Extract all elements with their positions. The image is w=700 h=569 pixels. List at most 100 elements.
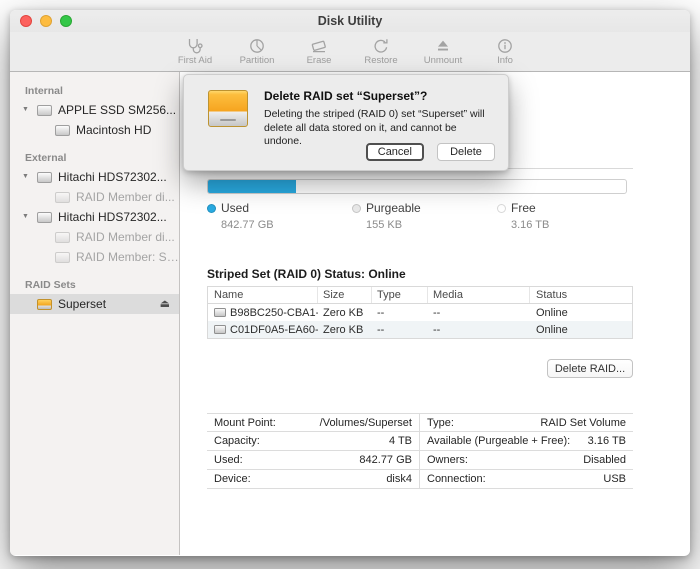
usage-legend: Used 842.77 GB Purgeable 155 KB Free 3.1… (207, 201, 642, 231)
disclosure-triangle-icon[interactable]: ▼ (22, 106, 29, 113)
cell-media: -- (433, 323, 441, 336)
legend-item-used: Used 842.77 GB (207, 201, 352, 231)
toolbar: First Aid Partition Erase Restore Unmoun… (10, 32, 690, 72)
legend-label: Used (221, 201, 250, 215)
column-header-size[interactable]: Size (318, 287, 372, 303)
column-header-status[interactable]: Status (530, 287, 632, 303)
partition-button[interactable]: Partition (232, 37, 282, 66)
disclosure-triangle-icon[interactable]: ▼ (22, 213, 29, 220)
external-drive-icon (37, 171, 52, 183)
raid-member-icon (55, 251, 70, 263)
delete-raid-button[interactable]: Delete RAID... (547, 359, 633, 378)
close-button[interactable] (20, 15, 32, 27)
info-row: Device: disk4 Connection: USB (207, 470, 633, 489)
sidebar-section-raid-sets: RAID Sets (25, 279, 76, 291)
cell-media: -- (433, 306, 441, 319)
cancel-button[interactable]: Cancel (365, 143, 424, 161)
sidebar-item-label: RAID Member: Sup... (76, 250, 179, 264)
info-value: RAID Set Volume (540, 416, 626, 429)
partition-pie-icon (247, 37, 267, 54)
column-header-name[interactable]: Name (208, 287, 318, 303)
restore-arrow-icon (371, 37, 391, 54)
info-label: Used: (214, 454, 243, 466)
partition-label: Partition (239, 55, 275, 66)
unmount-button[interactable]: Unmount (418, 37, 468, 66)
info-button[interactable]: Info (480, 37, 530, 66)
sidebar-item-raid-member-superset[interactable]: RAID Member: Sup... (10, 247, 179, 267)
cell-type: -- (377, 323, 385, 336)
purgeable-dot-icon (352, 203, 361, 213)
legend-label: Purgeable (366, 201, 421, 215)
info-value: 4 TB (388, 435, 412, 447)
info-label: Connection: (427, 473, 486, 485)
raid-member-icon (55, 231, 70, 243)
legend-item-free: Free 3.16 TB (497, 201, 642, 231)
cell-size: Zero KB (323, 323, 364, 336)
disk-utility-window: Disk Utility First Aid Partition Erase R… (10, 10, 690, 556)
sidebar-item-raid-member-2[interactable]: RAID Member di... (10, 227, 179, 247)
sidebar-section-internal: Internal (25, 85, 63, 97)
info-circle-icon (495, 37, 515, 54)
volume-icon (55, 124, 70, 136)
info-value: Disabled (583, 454, 626, 466)
unmount-label: Unmount (423, 55, 463, 66)
used-dot-icon (207, 203, 216, 213)
internal-drive-icon (37, 104, 52, 116)
table-row[interactable]: C01DF0A5-EA60-... Zero KB -- -- Online (208, 321, 632, 338)
info-label: Info (497, 55, 513, 66)
sidebar-item-label: RAID Member di... (76, 230, 175, 244)
column-header-media[interactable]: Media (428, 287, 530, 303)
restore-button[interactable]: Restore (356, 37, 406, 66)
sidebar-item-label: Superset (58, 297, 107, 311)
sidebar-item-label: APPLE SSD SM256... (58, 103, 177, 117)
first-aid-button[interactable]: First Aid (170, 37, 220, 66)
storage-usage-bar (207, 179, 627, 194)
window-controls (20, 15, 72, 27)
zoom-button[interactable] (60, 15, 72, 27)
sidebar-item-hitachi-2[interactable]: ▼ Hitachi HDS72302... (10, 207, 179, 227)
legend-value: 842.77 GB (221, 219, 274, 231)
info-value: disk4 (386, 473, 412, 485)
titlebar: Disk Utility (10, 10, 690, 32)
cell-status: Online (536, 323, 568, 336)
column-header-type[interactable]: Type (372, 287, 428, 303)
disk-icon (214, 325, 226, 334)
usage-bar-used (208, 180, 296, 193)
sidebar-item-label: RAID Member di... (76, 190, 175, 204)
info-label: Device: (214, 473, 251, 485)
info-label: Capacity: (214, 435, 260, 447)
legend-value: 3.16 TB (511, 219, 550, 231)
sidebar-item-label: Hitachi HDS72302... (58, 170, 167, 184)
raid-members-table: Name Size Type Media Status B98BC250-CBA… (207, 286, 633, 339)
raid-member-icon (55, 191, 70, 203)
sidebar-item-macintosh-hd[interactable]: Macintosh HD (10, 120, 179, 140)
volume-info-table: Mount Point: /Volumes/Superset Type: RAI… (207, 413, 633, 489)
erase-button[interactable]: Erase (294, 37, 344, 66)
sidebar-item-raid-member-1[interactable]: RAID Member di... (10, 187, 179, 207)
eraser-icon (309, 37, 329, 54)
cell-status: Online (536, 306, 568, 319)
info-row: Capacity: 4 TB Available (Purgeable + Fr… (207, 432, 633, 451)
sidebar-item-label: Macintosh HD (76, 123, 152, 137)
sidebar-item-hitachi-1[interactable]: ▼ Hitachi HDS72302... (10, 167, 179, 187)
disclosure-triangle-icon[interactable]: ▼ (22, 173, 29, 180)
free-dot-icon (497, 203, 506, 213)
dialog-title: Delete RAID set “Superset”? (264, 89, 428, 103)
info-value: 842.77 GB (359, 454, 412, 466)
legend-label: Free (511, 201, 536, 215)
minimize-button[interactable] (40, 15, 52, 27)
legend-item-purgeable: Purgeable 155 KB (352, 201, 497, 231)
info-label: Type: (427, 416, 454, 429)
delete-button[interactable]: Delete (437, 143, 495, 161)
external-drive-icon (208, 90, 248, 127)
info-value: USB (603, 473, 626, 485)
sidebar-item-superset[interactable]: Superset ⏏ (10, 294, 179, 314)
table-row[interactable]: B98BC250-CBA1-... Zero KB -- -- Online (208, 304, 632, 321)
stethoscope-icon (185, 37, 205, 54)
info-label: Owners: (427, 454, 468, 466)
sidebar-section-external: External (25, 152, 67, 164)
cell-size: Zero KB (323, 306, 364, 319)
eject-icon[interactable]: ⏏ (160, 298, 170, 310)
sidebar-item-apple-ssd[interactable]: ▼ APPLE SSD SM256... (10, 100, 179, 120)
info-label: Mount Point: (214, 416, 276, 429)
